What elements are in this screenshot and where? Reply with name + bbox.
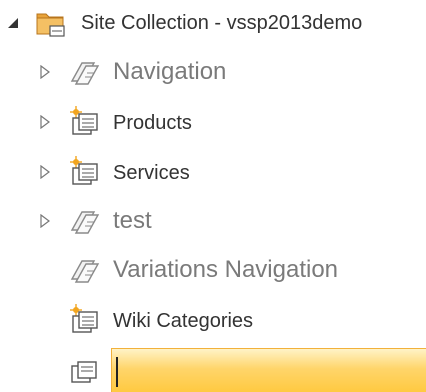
tree-node-test[interactable]: test — [0, 201, 426, 241]
collapsed-triangle-icon[interactable] — [38, 165, 52, 179]
tree-node-products[interactable]: Products — [0, 102, 426, 142]
tree-node-label: Site Collection - vssp2013demo — [81, 12, 363, 34]
term-store-group-icon — [68, 303, 102, 337]
tree-node-label: Variations Navigation — [113, 256, 339, 283]
taxonomy-tree: Site Collection - vssp2013demo Navigatio… — [0, 0, 426, 392]
tree-node-label: Wiki Categories — [113, 310, 254, 332]
term-set-icon — [68, 55, 102, 89]
folder-site-icon — [34, 6, 68, 40]
term-set-icon — [68, 204, 102, 238]
tree-node-label: Products — [113, 112, 192, 134]
tree-node-label: test — [113, 207, 152, 234]
tree-node-label: Navigation — [113, 58, 227, 85]
text-caret — [116, 357, 118, 387]
collapsed-triangle-icon[interactable] — [38, 214, 52, 228]
collapsed-triangle-icon[interactable] — [38, 65, 52, 79]
tree-node-label: Services — [113, 162, 190, 184]
term-set-icon — [68, 354, 102, 388]
expanded-triangle-icon[interactable] — [6, 16, 20, 30]
term-set-icon — [68, 253, 102, 287]
term-store-group-icon — [68, 155, 102, 189]
tree-node-variations-navigation[interactable]: Variations Navigation — [0, 250, 426, 290]
term-store-group-icon — [68, 105, 102, 139]
tree-node-navigation[interactable]: Navigation — [0, 52, 426, 92]
new-term-set-name-input[interactable] — [111, 348, 426, 392]
collapsed-triangle-icon[interactable] — [38, 115, 52, 129]
tree-node-wiki-categories[interactable]: Wiki Categories — [0, 300, 426, 340]
tree-node-site-collection[interactable]: Site Collection - vssp2013demo — [0, 2, 426, 42]
tree-node-services[interactable]: Services — [0, 152, 426, 192]
